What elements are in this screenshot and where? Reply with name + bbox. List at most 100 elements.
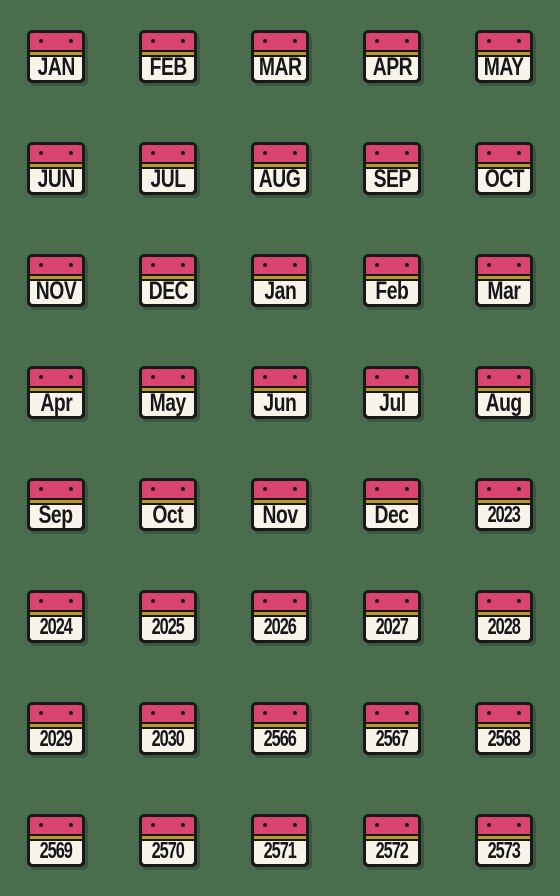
calendar-icon[interactable]: 2026 [251,589,312,646]
calendar-icon[interactable]: 2567 [363,701,424,758]
calendar-label: Jan [264,280,296,304]
calendar-header-band [478,704,530,722]
calendar-body: Jan [254,280,306,304]
calendar-icon[interactable]: 2570 [139,813,200,870]
calendar-icon[interactable]: Feb [363,253,424,310]
calendar-label: Aug [485,392,523,416]
calendar-ring-dot-left-icon [263,150,267,155]
calendar-icon[interactable]: 2568 [475,701,536,758]
calendar-ring-dot-left-icon [487,822,491,827]
calendar-ring-dot-right-icon [293,486,297,491]
calendar-icon[interactable]: Aug [475,365,536,422]
calendar-ring-dot-left-icon [487,262,491,267]
calendar-header-band [142,480,194,498]
calendar-icon[interactable]: Oct [139,477,200,534]
calendar-label: Mar [487,280,521,304]
calendar-ring-dot-left-icon [151,598,155,603]
calendar-ring-dot-right-icon [181,598,185,603]
calendar-icon[interactable]: Jun [251,365,312,422]
calendar-label: Dec [374,504,410,528]
calendar-body: Feb [366,280,418,304]
calendar-frame: AUG [251,141,309,195]
calendar-ring-dot-left-icon [39,486,43,491]
calendar-header-band [142,144,194,162]
grid-cell: Feb [336,224,448,336]
calendar-ring-dot-right-icon [517,374,521,379]
calendar-ring-dot-right-icon [517,710,521,715]
calendar-icon[interactable]: MAR [251,29,312,86]
calendar-icon[interactable]: 2573 [475,813,536,870]
calendar-body: 2569 [30,840,82,864]
calendar-ring-dot-left-icon [487,38,491,43]
calendar-icon[interactable]: Jan [251,253,312,310]
calendar-frame: Feb [363,253,421,307]
calendar-icon[interactable]: 2027 [363,589,424,646]
calendar-ring-dot-left-icon [487,598,491,603]
calendar-icon[interactable]: Sep [27,477,88,534]
calendar-icon[interactable]: 2024 [27,589,88,646]
calendar-header-band [478,368,530,386]
calendar-frame: 2568 [475,701,533,755]
calendar-icon[interactable]: Dec [363,477,424,534]
calendar-icon[interactable]: Jul [363,365,424,422]
calendar-icon[interactable]: 2025 [139,589,200,646]
calendar-header-band [142,32,194,50]
grid-cell: Jan [224,224,336,336]
calendar-label: JAN [37,56,75,80]
calendar-label: APR [372,56,412,80]
calendar-header-band [254,816,306,834]
calendar-icon[interactable]: JUN [27,141,88,198]
calendar-ring-dot-left-icon [263,374,267,379]
calendar-label: 2572 [375,840,409,864]
grid-cell: 2028 [448,560,560,672]
calendar-icon[interactable]: Apr [27,365,88,422]
calendar-frame: Nov [251,477,309,531]
calendar-icon[interactable]: May [139,365,200,422]
calendar-ring-dot-right-icon [293,38,297,43]
calendar-ring-dot-right-icon [181,150,185,155]
calendar-icon[interactable]: Nov [251,477,312,534]
calendar-label: 2571 [263,840,297,864]
calendar-ring-dot-right-icon [517,598,521,603]
calendar-ring-dot-right-icon [405,262,409,267]
calendar-ring-dot-right-icon [69,262,73,267]
calendar-label: Sep [38,504,74,528]
calendar-icon[interactable]: 2023 [475,477,536,534]
calendar-ring-dot-left-icon [151,710,155,715]
calendar-icon[interactable]: APR [363,29,424,86]
calendar-label: Jun [263,392,297,416]
calendar-ring-dot-left-icon [263,598,267,603]
calendar-icon[interactable]: DEC [139,253,200,310]
calendar-icon[interactable]: 2569 [27,813,88,870]
calendar-icon[interactable]: FEB [139,29,200,86]
grid-cell: Nov [224,448,336,560]
calendar-label: NOV [35,280,77,304]
calendar-ring-dot-left-icon [39,598,43,603]
calendar-icon[interactable]: AUG [251,141,312,198]
calendar-frame: 2567 [363,701,421,755]
calendar-icon[interactable]: SEP [363,141,424,198]
calendar-icon[interactable]: 2030 [139,701,200,758]
calendar-body: MAR [254,56,306,80]
calendar-icon[interactable]: MAY [475,29,536,86]
calendar-body: 2026 [254,616,306,640]
calendar-label: DEC [148,280,188,304]
calendar-icon[interactable]: 2029 [27,701,88,758]
calendar-icon[interactable]: JAN [27,29,88,86]
calendar-icon[interactable]: NOV [27,253,88,310]
calendar-header-band [254,704,306,722]
calendar-icon[interactable]: 2571 [251,813,312,870]
calendar-icon[interactable]: OCT [475,141,536,198]
calendar-ring-dot-right-icon [69,710,73,715]
calendar-icon[interactable]: 2572 [363,813,424,870]
grid-cell: AUG [224,112,336,224]
calendar-frame: OCT [475,141,533,195]
calendar-icon[interactable]: Mar [475,253,536,310]
grid-cell: Apr [0,336,112,448]
calendar-icon[interactable]: 2028 [475,589,536,646]
calendar-ring-dot-left-icon [487,150,491,155]
calendar-body: JAN [30,56,82,80]
calendar-icon[interactable]: 2566 [251,701,312,758]
calendar-frame: JAN [27,29,85,83]
calendar-icon[interactable]: JUL [139,141,200,198]
